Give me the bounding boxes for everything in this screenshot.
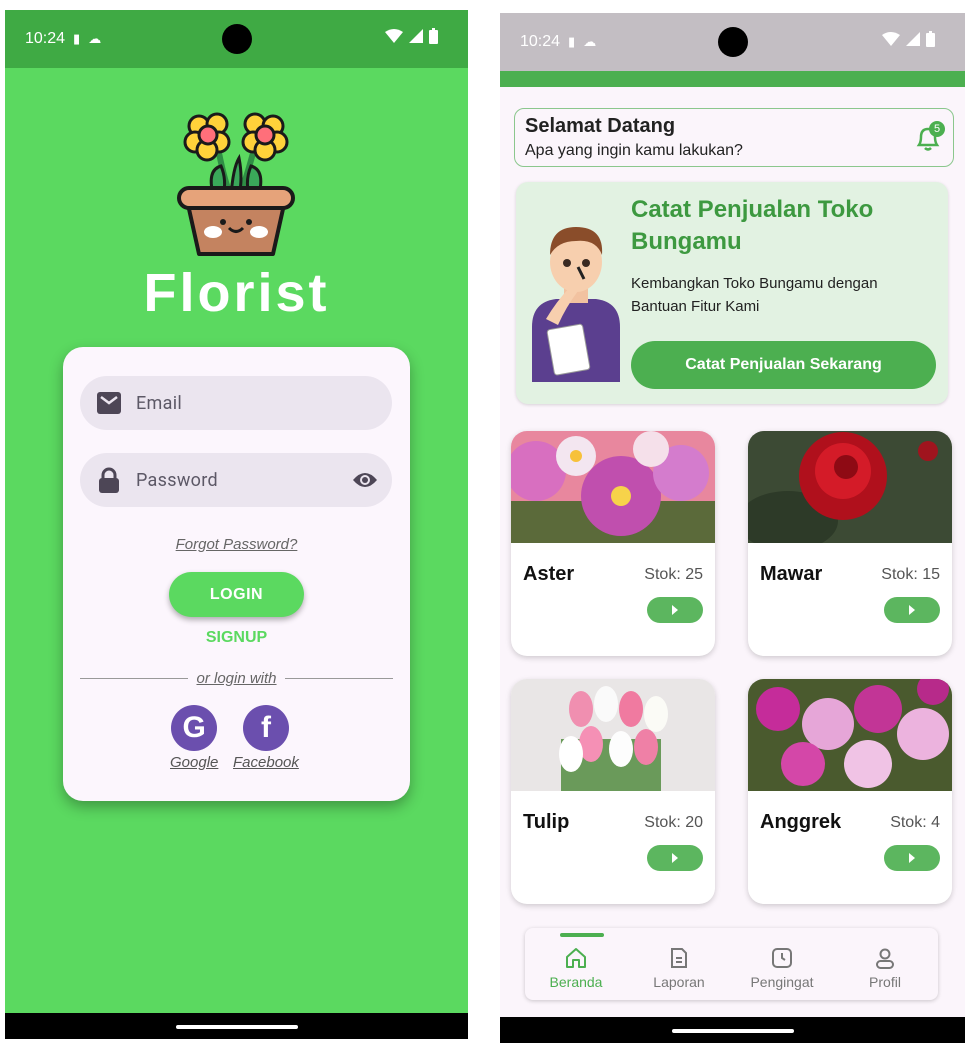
cloud-icon: ☁: [583, 34, 597, 49]
play-arrow-icon: [672, 853, 678, 863]
product-name: Mawar: [760, 563, 823, 585]
nav-label: Profil: [869, 974, 901, 990]
mail-icon: [96, 390, 122, 416]
profile-icon: [876, 948, 894, 969]
clock-icon: [772, 948, 792, 968]
product-stock: Stok: 20: [644, 814, 703, 831]
password-input[interactable]: [134, 468, 338, 492]
nav-pengingat[interactable]: Pengingat: [737, 928, 827, 1000]
password-field[interactable]: [80, 453, 392, 507]
flower-pot-logo: [177, 112, 295, 256]
email-input[interactable]: [134, 391, 338, 415]
login-divider: or login with: [80, 669, 394, 687]
product-name: Aster: [523, 563, 575, 585]
home-screen: 10:24 ▮ ☁ Selamat Datang Apa yang ingin …: [500, 13, 965, 1043]
welcome-card: Selamat Datang Apa yang ingin kamu lakuk…: [514, 108, 954, 167]
welcome-subtitle: Apa yang ingin kamu lakukan?: [525, 142, 743, 159]
tulip-photo: [511, 679, 715, 791]
nav-profil[interactable]: Profil: [840, 928, 930, 1000]
product-stock: Stok: 25: [644, 566, 703, 583]
divider-line-left: [80, 677, 189, 679]
facebook-icon[interactable]: f: [242, 705, 289, 751]
signal-icon: [906, 32, 920, 46]
nav-label: Pengingat: [750, 974, 814, 990]
wifi-icon: [882, 32, 900, 46]
email-field[interactable]: [80, 376, 392, 430]
notification-badge: 5: [929, 121, 945, 137]
google-login[interactable]: G Google: [170, 705, 218, 771]
status-bar: 10:24 ▮ ☁: [500, 13, 965, 71]
forgot-password-link[interactable]: Forgot Password?: [63, 536, 410, 553]
product-card[interactable]: Tulip Stok: 20: [511, 679, 715, 904]
home-gesture-pill[interactable]: [671, 1029, 794, 1033]
sd-card-icon: ▮: [73, 31, 81, 46]
play-arrow-icon: [672, 605, 678, 615]
product-stock: Stok: 4: [890, 814, 940, 831]
product-detail-button[interactable]: [647, 597, 703, 623]
product-detail-button[interactable]: [884, 597, 940, 623]
login-screen: 10:24 ▮ ☁ Florist Email Password Forgot …: [5, 10, 468, 1039]
thinking-man-illustration: [532, 227, 620, 382]
status-time: 10:24: [520, 33, 561, 50]
camera-cutout: [221, 24, 252, 54]
play-arrow-icon: [909, 853, 915, 863]
product-detail-button[interactable]: [647, 845, 703, 871]
report-icon: [671, 948, 687, 968]
status-time: 10:24: [25, 30, 66, 47]
home-gesture-pill[interactable]: [175, 1025, 298, 1029]
play-arrow-icon: [909, 605, 915, 615]
product-name: Anggrek: [760, 811, 842, 833]
nav-laporan[interactable]: Laporan: [634, 928, 724, 1000]
orchid-photo: [748, 679, 952, 791]
eye-icon[interactable]: [352, 468, 378, 492]
promo-description: Kembangkan Toko Bungamu dengan Bantuan F…: [631, 275, 878, 315]
system-nav-bar: [5, 1013, 468, 1039]
system-nav-bar: [500, 1017, 965, 1043]
product-card[interactable]: Mawar Stok: 15: [748, 431, 952, 656]
promo-title: Catat Penjualan Toko Bungamu: [631, 196, 874, 255]
welcome-title: Selamat Datang: [525, 115, 676, 137]
google-icon[interactable]: G: [171, 705, 218, 751]
facebook-login[interactable]: f Facebook: [233, 705, 299, 771]
wifi-icon: [385, 29, 403, 43]
login-card: Forgot Password? LOGIN SIGNUP or login w…: [63, 347, 410, 801]
login-button[interactable]: LOGIN: [169, 572, 304, 617]
product-stock: Stok: 15: [881, 566, 940, 583]
app-title: Florist: [143, 263, 330, 323]
nav-beranda[interactable]: Beranda: [531, 928, 621, 1000]
sd-card-icon: ▮: [568, 34, 576, 49]
aster-photo: [511, 431, 715, 543]
battery-icon: [926, 31, 935, 47]
status-icons: [882, 31, 935, 47]
lock-icon: [96, 467, 122, 493]
google-label[interactable]: Google: [170, 754, 218, 771]
product-card[interactable]: Anggrek Stok: 4: [748, 679, 952, 904]
cloud-icon: ☁: [88, 31, 102, 46]
bottom-navigation: Beranda Laporan Pengingat Profil: [525, 928, 938, 1000]
record-sales-button[interactable]: Catat Penjualan Sekarang: [631, 341, 936, 389]
app-bar: [500, 71, 965, 87]
rose-photo: [748, 431, 952, 543]
divider-line-right: [284, 677, 394, 679]
signal-icon: [409, 29, 423, 43]
status-bar: 10:24 ▮ ☁: [5, 10, 468, 68]
nav-label: Beranda: [549, 974, 603, 990]
promo-banner: Catat Penjualan Toko Bungamu Kembangkan …: [516, 182, 948, 404]
product-name: Tulip: [523, 811, 570, 833]
home-icon: [566, 948, 586, 968]
status-icons: [385, 28, 438, 44]
divider-text: or login with: [196, 669, 277, 687]
nav-label: Laporan: [653, 974, 705, 990]
facebook-label[interactable]: Facebook: [233, 754, 299, 771]
signup-button[interactable]: SIGNUP: [63, 629, 410, 647]
active-indicator: [560, 933, 604, 937]
battery-icon: [429, 28, 438, 44]
product-detail-button[interactable]: [884, 845, 940, 871]
camera-cutout: [717, 27, 748, 57]
product-card[interactable]: Aster Stok: 25: [511, 431, 715, 656]
